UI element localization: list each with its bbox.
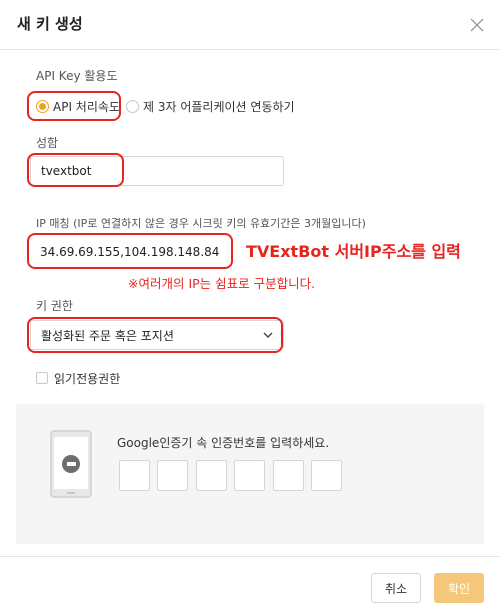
otp-panel: Google인증기 속 인증번호를 입력하세요.	[16, 404, 484, 544]
dialog-footer: 취소 확인	[0, 556, 500, 615]
annotation-main: TVExtBot 서버IP주소를 입력	[246, 242, 461, 261]
otp-digit-input[interactable]	[196, 460, 227, 491]
checkbox-box	[36, 372, 48, 384]
otp-digit-input[interactable]	[119, 460, 150, 491]
permission-selected-value: 활성화된 주문 혹은 포지션	[41, 328, 174, 343]
otp-label: Google인증기 속 인증번호를 입력하세요.	[117, 436, 330, 450]
radio-label: 제 3자 어플리케이션 연동하기	[143, 99, 295, 114]
radio-dot	[126, 99, 139, 113]
ip-input[interactable]: 34.69.69.155,104.198.148.84	[30, 237, 230, 267]
name-label: 성함	[36, 136, 59, 150]
radio-label: API 처리속도	[53, 99, 120, 114]
name-input[interactable]: tvextbot	[30, 156, 284, 186]
phone-icon	[50, 430, 92, 498]
usage-label: API Key 활용도	[36, 69, 118, 83]
readonly-checkbox[interactable]: 읽기전용권한	[36, 370, 120, 386]
otp-digit-input[interactable]	[234, 460, 265, 491]
dialog-header: 새 키 생성	[0, 0, 500, 50]
radio-api-speed[interactable]: API 처리속도	[36, 93, 120, 119]
ip-label: IP 매칭 (IP로 연결하지 않은 경우 시크릿 키의 유효기간은 3개월입니…	[36, 217, 366, 230]
chevron-down-icon	[263, 332, 273, 338]
usage-radio-group: API 처리속도 제 3자 어플리케이션 연동하기	[30, 93, 330, 119]
readonly-label: 읽기전용권한	[54, 371, 121, 386]
radio-third-party[interactable]: 제 3자 어플리케이션 연동하기	[126, 93, 295, 119]
otp-digit-input[interactable]	[273, 460, 304, 491]
radio-dot-selected	[36, 99, 49, 113]
annotation-sub: ※여러개의 IP는 쉼표로 구분합니다.	[128, 276, 316, 291]
otp-digit-input[interactable]	[157, 460, 188, 491]
confirm-button[interactable]: 확인	[434, 573, 484, 603]
ip-input-value: 34.69.69.155,104.198.148.84	[40, 245, 220, 259]
close-icon[interactable]	[469, 17, 485, 33]
permission-select[interactable]: 활성화된 주문 혹은 포지션	[30, 320, 284, 350]
name-input-value: tvextbot	[41, 164, 92, 178]
permission-label: 키 권한	[36, 299, 73, 313]
cancel-button[interactable]: 취소	[371, 573, 421, 603]
otp-digit-input[interactable]	[311, 460, 342, 491]
dialog-title: 새 키 생성	[17, 15, 83, 33]
